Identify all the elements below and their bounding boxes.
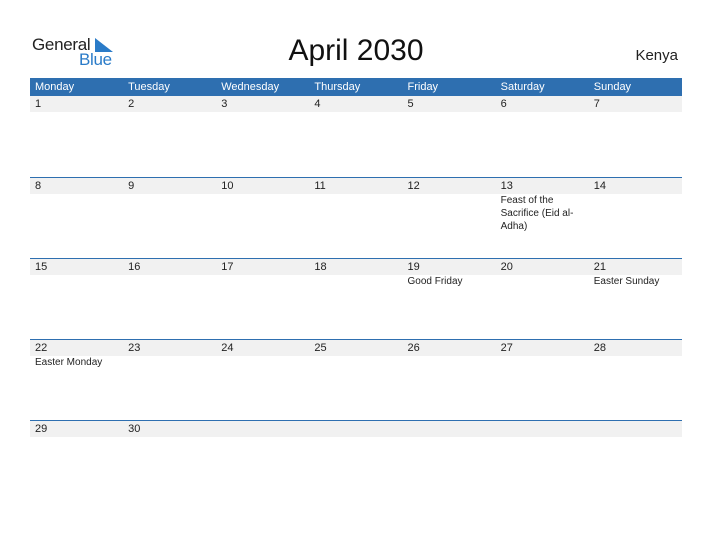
country-label: Kenya (635, 47, 678, 64)
week-row: 22 23 24 25 26 27 28 Easter Monday (30, 339, 682, 420)
events-row: Easter Monday (30, 356, 682, 369)
weekday-sunday: Sunday (593, 81, 632, 93)
date-bar: 15 16 17 18 19 20 21 (30, 259, 682, 275)
day-number: 2 (128, 98, 135, 110)
holiday-label (309, 194, 402, 233)
day-number: 29 (35, 423, 48, 435)
holiday-label (309, 356, 402, 369)
day-number: 6 (500, 98, 507, 110)
day-number: 13 (500, 180, 513, 192)
day-number (216, 421, 309, 437)
weekday-monday: Monday (35, 81, 75, 93)
week-row: 1 2 3 4 5 6 7 (30, 96, 682, 177)
holiday-label (589, 356, 682, 369)
events-row: Good Friday Easter Sunday (30, 275, 682, 288)
events-row: Feast of the Sacrifice (Eid al-Adha) (30, 194, 682, 233)
day-number: 28 (593, 342, 606, 354)
week-row: 8 9 10 11 12 13 14 Feast of the Sacrifice (Eid … (30, 177, 682, 258)
day-number: 5 (407, 98, 414, 110)
holiday-label (123, 356, 216, 369)
day-number: 22 (35, 342, 48, 354)
date-bar: 29 30 (30, 421, 682, 437)
day-number (589, 421, 682, 437)
weekday-tuesday: Tuesday (128, 81, 170, 93)
holiday-label (30, 275, 123, 288)
day-number: 10 (221, 180, 234, 192)
day-number: 7 (593, 98, 600, 110)
week-row: 15 16 17 18 19 20 21 Good Friday Easter Sunday (30, 258, 682, 339)
holiday-label (589, 194, 682, 233)
day-number: 23 (128, 342, 141, 354)
holiday-label: Easter Monday (35, 357, 103, 368)
holiday-label (403, 194, 496, 233)
weekday-wednesday: Wednesday (221, 81, 280, 93)
holiday-label (216, 194, 309, 233)
day-number: 27 (500, 342, 513, 354)
day-number: 24 (221, 342, 234, 354)
day-number: 18 (314, 261, 327, 273)
holiday-label (123, 275, 216, 288)
day-number (496, 421, 589, 437)
day-number: 1 (35, 98, 42, 110)
day-number: 25 (314, 342, 327, 354)
holiday-label: Easter Sunday (593, 276, 660, 287)
day-number (309, 421, 402, 437)
day-number: 15 (35, 261, 48, 273)
day-number: 14 (593, 180, 606, 192)
day-number: 19 (407, 261, 420, 273)
weekday-saturday: Saturday (500, 81, 545, 93)
day-number: 8 (35, 180, 42, 192)
holiday-label (496, 275, 589, 288)
holiday-label (403, 356, 496, 369)
day-number: 30 (128, 423, 141, 435)
day-number: 3 (221, 98, 228, 110)
day-number: 21 (593, 261, 606, 273)
date-bar: 1 2 3 4 5 6 7 (30, 96, 682, 112)
holiday-label (309, 275, 402, 288)
holiday-label (216, 275, 309, 288)
page-title: April 2030 (288, 34, 424, 67)
day-number: 11 (314, 180, 326, 192)
holiday-label: Feast of the Sacrifice (Eid al-Adha) (500, 195, 574, 232)
date-bar: 8 9 10 11 12 13 14 (30, 178, 682, 194)
day-number: 9 (128, 180, 135, 192)
day-number: 17 (221, 261, 234, 273)
day-number: 26 (407, 342, 420, 354)
day-number (403, 421, 496, 437)
holiday-label (216, 356, 309, 369)
holiday-label: Good Friday (407, 276, 463, 287)
day-number: 16 (128, 261, 141, 273)
holiday-label (496, 356, 589, 369)
week-row: 29 30 (30, 420, 682, 501)
weekday-header: Monday Tuesday Wednesday Thursday Friday… (30, 78, 682, 96)
weekday-thursday: Thursday (314, 81, 361, 93)
day-number: 12 (407, 180, 420, 192)
holiday-label (123, 194, 216, 233)
day-number: 20 (500, 261, 513, 273)
day-number: 4 (314, 98, 321, 110)
weekday-friday: Friday (407, 81, 439, 93)
calendar-grid: Monday Tuesday Wednesday Thursday Friday… (30, 78, 682, 501)
holiday-label (30, 194, 123, 233)
date-bar: 22 23 24 25 26 27 28 (30, 340, 682, 356)
